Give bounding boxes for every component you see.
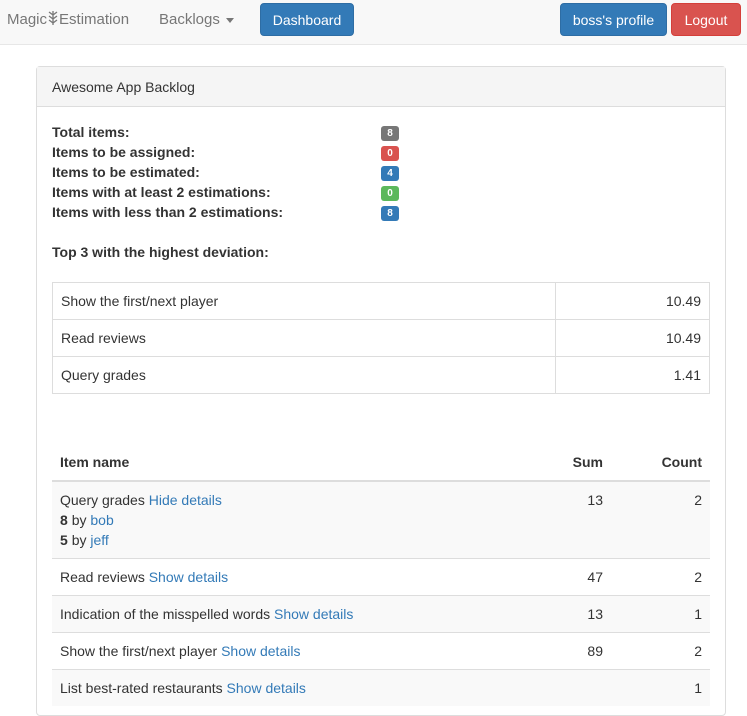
- stat-less-than-two: Items with less than 2 estimations: 8: [52, 204, 712, 224]
- item-name: Show the first/next player: [52, 282, 556, 320]
- count-cell: 2: [611, 558, 710, 596]
- item-cell: Query grades Hide details 8 by bob 5 by …: [52, 480, 501, 559]
- sum-cell: 13: [501, 480, 611, 559]
- stat-label: Items to be estimated:: [52, 164, 200, 180]
- stat-total: Total items: 8: [52, 124, 712, 144]
- user-link[interactable]: jeff: [90, 532, 108, 548]
- brand-text-left: Magic: [7, 11, 48, 28]
- item-name: Read reviews: [52, 319, 556, 357]
- deviation-value: 1.41: [555, 356, 710, 394]
- item-cell: Show the first/next player Show details: [52, 632, 501, 670]
- show-details-link[interactable]: Show details: [274, 606, 353, 622]
- table-row: Query grades 1.41: [52, 356, 710, 394]
- count-cell: 2: [611, 480, 710, 559]
- count-cell: 2: [611, 632, 710, 670]
- count-badge: 0: [381, 186, 399, 201]
- count-cell: 1: [611, 669, 710, 706]
- stat-label: Items to be assigned:: [52, 144, 196, 160]
- item-name: Query grades: [52, 356, 556, 394]
- header-count: Count: [611, 444, 710, 482]
- logout-button[interactable]: Logout: [671, 3, 741, 36]
- brand-text-right: Estimation: [59, 11, 130, 28]
- stat-label: Items with at least 2 estimations:: [52, 184, 271, 200]
- brand-logo[interactable]: Magic Estimation: [7, 11, 129, 29]
- sum-cell: 89: [501, 632, 611, 670]
- estimation-value: 5: [60, 532, 68, 548]
- item-name: Show the first/next player: [60, 643, 218, 659]
- table-row: List best-rated restaurants Show details…: [52, 669, 710, 706]
- panel-title: Awesome App Backlog: [37, 67, 725, 107]
- dashboard-button[interactable]: Dashboard: [260, 3, 354, 36]
- by-label: by: [71, 512, 87, 528]
- profile-button[interactable]: boss's profile: [560, 3, 667, 36]
- header-item-name: Item name: [52, 444, 501, 482]
- grain-icon: [48, 11, 58, 29]
- navbar: Magic Estimation Backlogs Dashboard boss'…: [0, 0, 747, 45]
- top3-title: Top 3 with the highest deviation:: [52, 244, 269, 260]
- item-name: Query grades: [60, 492, 145, 508]
- item-cell: Indication of the misspelled words Show …: [52, 595, 501, 633]
- table-row: Query grades Hide details 8 by bob 5 by …: [52, 480, 710, 559]
- count-badge: 8: [381, 126, 399, 141]
- header-sum: Sum: [501, 444, 611, 482]
- table-row: Read reviews 10.49: [52, 319, 710, 357]
- stat-at-least-two: Items with at least 2 estimations: 0: [52, 184, 712, 204]
- item-cell: Read reviews Show details: [52, 558, 501, 596]
- user-link[interactable]: bob: [90, 512, 113, 528]
- table-row: Show the first/next player 10.49: [52, 282, 710, 320]
- item-name: List best-rated restaurants: [60, 680, 223, 696]
- deviation-table: Show the first/next player 10.49 Read re…: [52, 282, 710, 394]
- sum-cell: 13: [501, 595, 611, 633]
- backlog-panel: Awesome App Backlog Total items: 8 Items…: [36, 66, 726, 716]
- stat-to-estimate: Items to be estimated: 4: [52, 164, 712, 184]
- deviation-value: 10.49: [555, 282, 710, 320]
- count-badge: 8: [381, 206, 399, 221]
- stat-to-assign: Items to be assigned: 0: [52, 144, 712, 164]
- sum-cell: 47: [501, 558, 611, 596]
- item-name: Indication of the misspelled words: [60, 606, 271, 622]
- backlogs-dropdown[interactable]: Backlogs: [159, 11, 234, 28]
- stat-label: Items with less than 2 estimations:: [52, 204, 284, 220]
- count-cell: 1: [611, 595, 710, 633]
- table-row: Show the first/next player Show details …: [52, 632, 710, 670]
- table-header: Item name Sum Count: [52, 444, 710, 482]
- show-details-link[interactable]: Show details: [227, 680, 306, 696]
- count-badge: 4: [381, 166, 399, 181]
- item-cell: List best-rated restaurants Show details: [52, 669, 501, 706]
- table-row: Indication of the misspelled words Show …: [52, 595, 710, 633]
- stat-label: Total items:: [52, 124, 130, 140]
- hide-details-link[interactable]: Hide details: [149, 492, 222, 508]
- by-label: by: [71, 532, 87, 548]
- item-name: Read reviews: [60, 569, 145, 585]
- items-table: Item name Sum Count Query grades Hide de…: [52, 444, 710, 706]
- backlogs-label: Backlogs: [159, 11, 220, 28]
- estimation-value: 8: [60, 512, 68, 528]
- caret-down-icon: [225, 17, 234, 23]
- show-details-link[interactable]: Show details: [221, 643, 300, 659]
- sum-cell: [501, 669, 611, 706]
- stats-list: Total items: 8 Items to be assigned: 0 I…: [52, 124, 712, 224]
- count-badge: 0: [381, 146, 399, 161]
- table-row: Read reviews Show details 47 2: [52, 558, 710, 596]
- show-details-link[interactable]: Show details: [149, 569, 228, 585]
- deviation-value: 10.49: [555, 319, 710, 357]
